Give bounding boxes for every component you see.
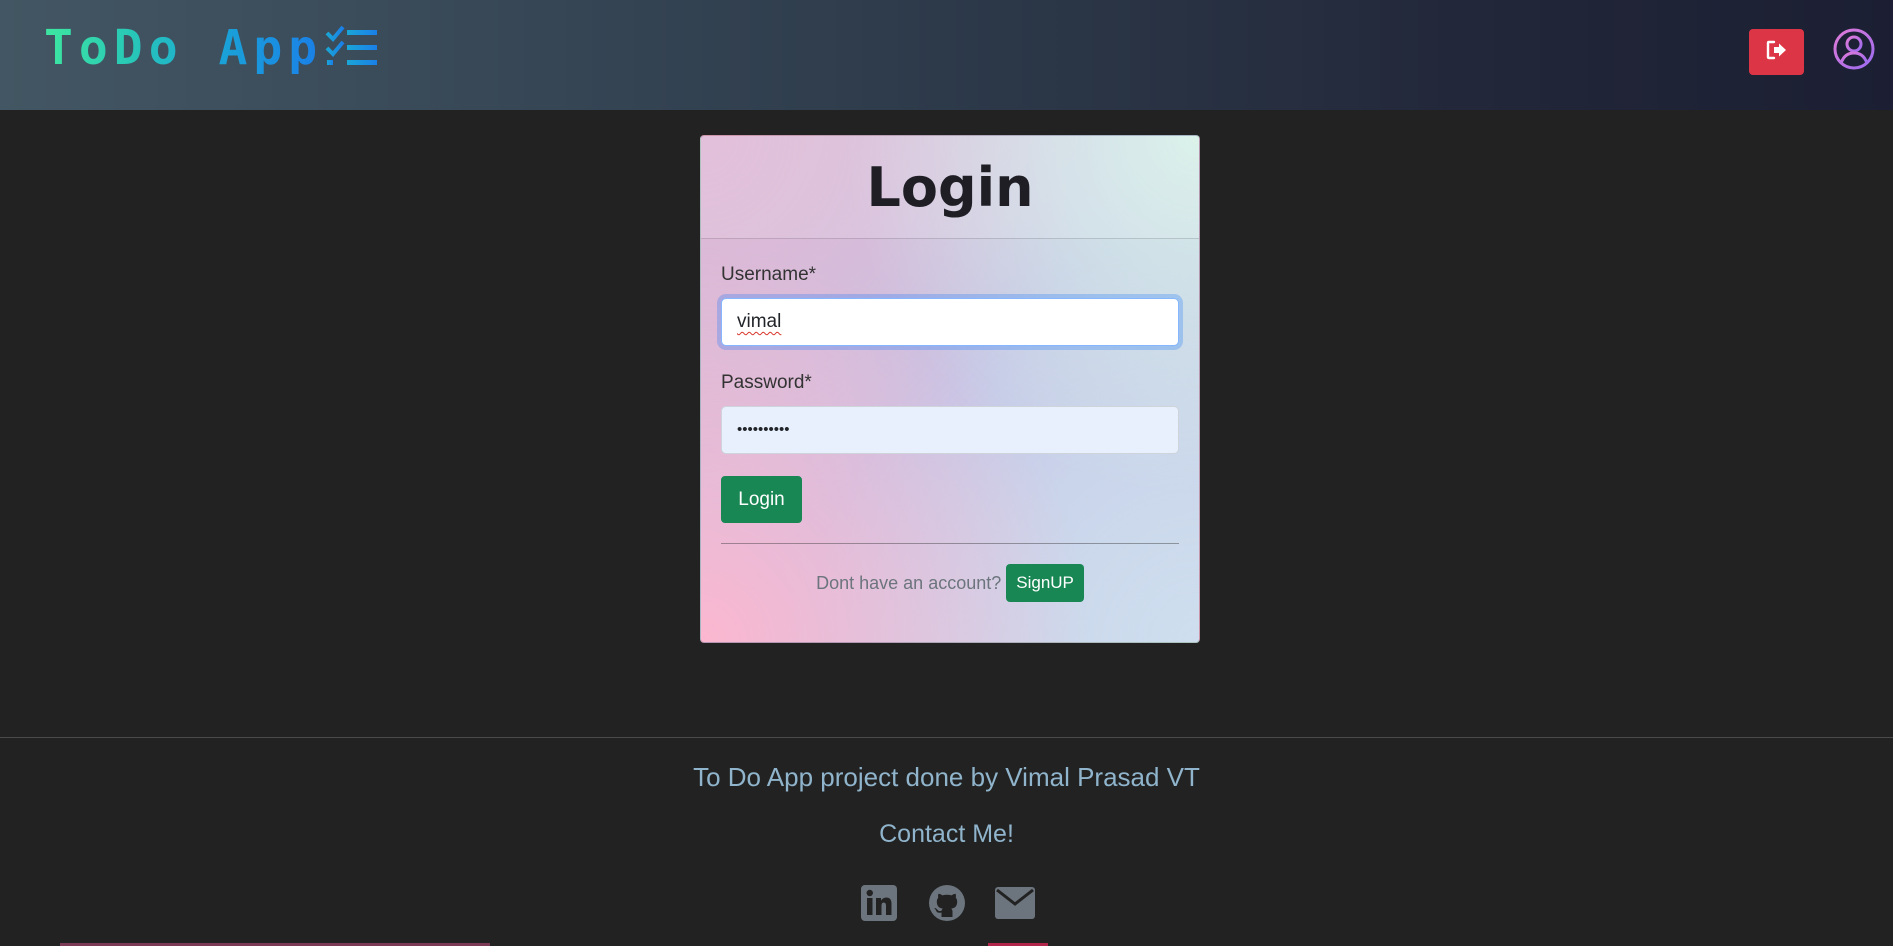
user-circle-icon (1833, 28, 1875, 74)
signup-button[interactable]: SignUP (1006, 564, 1084, 602)
password-input[interactable]: •••••••••• (721, 406, 1179, 454)
brand-logo[interactable]: ToDo App (44, 18, 379, 78)
logout-icon (1766, 40, 1788, 65)
footer-credit: To Do App project done by Vimal Prasad V… (693, 762, 1200, 792)
signup-prompt: Dont have an account? (816, 572, 1002, 593)
signup-row: Dont have an account? SignUP (701, 564, 1199, 602)
email-icon[interactable] (994, 883, 1035, 923)
github-icon[interactable] (927, 883, 967, 923)
password-label: Password* (721, 372, 812, 393)
login-card-header: Login (701, 136, 1199, 239)
card-divider (721, 543, 1179, 544)
footer-contact-heading: Contact Me! (879, 820, 1014, 848)
login-title: Login (866, 155, 1034, 219)
logout-button[interactable] (1749, 29, 1804, 75)
profile-button[interactable] (1833, 28, 1875, 70)
social-links (0, 883, 1893, 923)
linkedin-icon[interactable] (859, 883, 899, 923)
username-label: Username* (721, 264, 817, 285)
footer-divider (0, 737, 1893, 738)
brand-name: ToDo App (44, 20, 324, 76)
login-button[interactable]: Login (721, 476, 802, 523)
checklist-icon (325, 24, 379, 75)
username-input[interactable]: vimal (721, 298, 1179, 346)
username-value: vimal (737, 311, 782, 332)
password-value: •••••••••• (737, 421, 790, 438)
navbar: ToDo App (0, 0, 1893, 110)
login-card: Login Username* vimal Password* ••••••••… (700, 135, 1200, 643)
